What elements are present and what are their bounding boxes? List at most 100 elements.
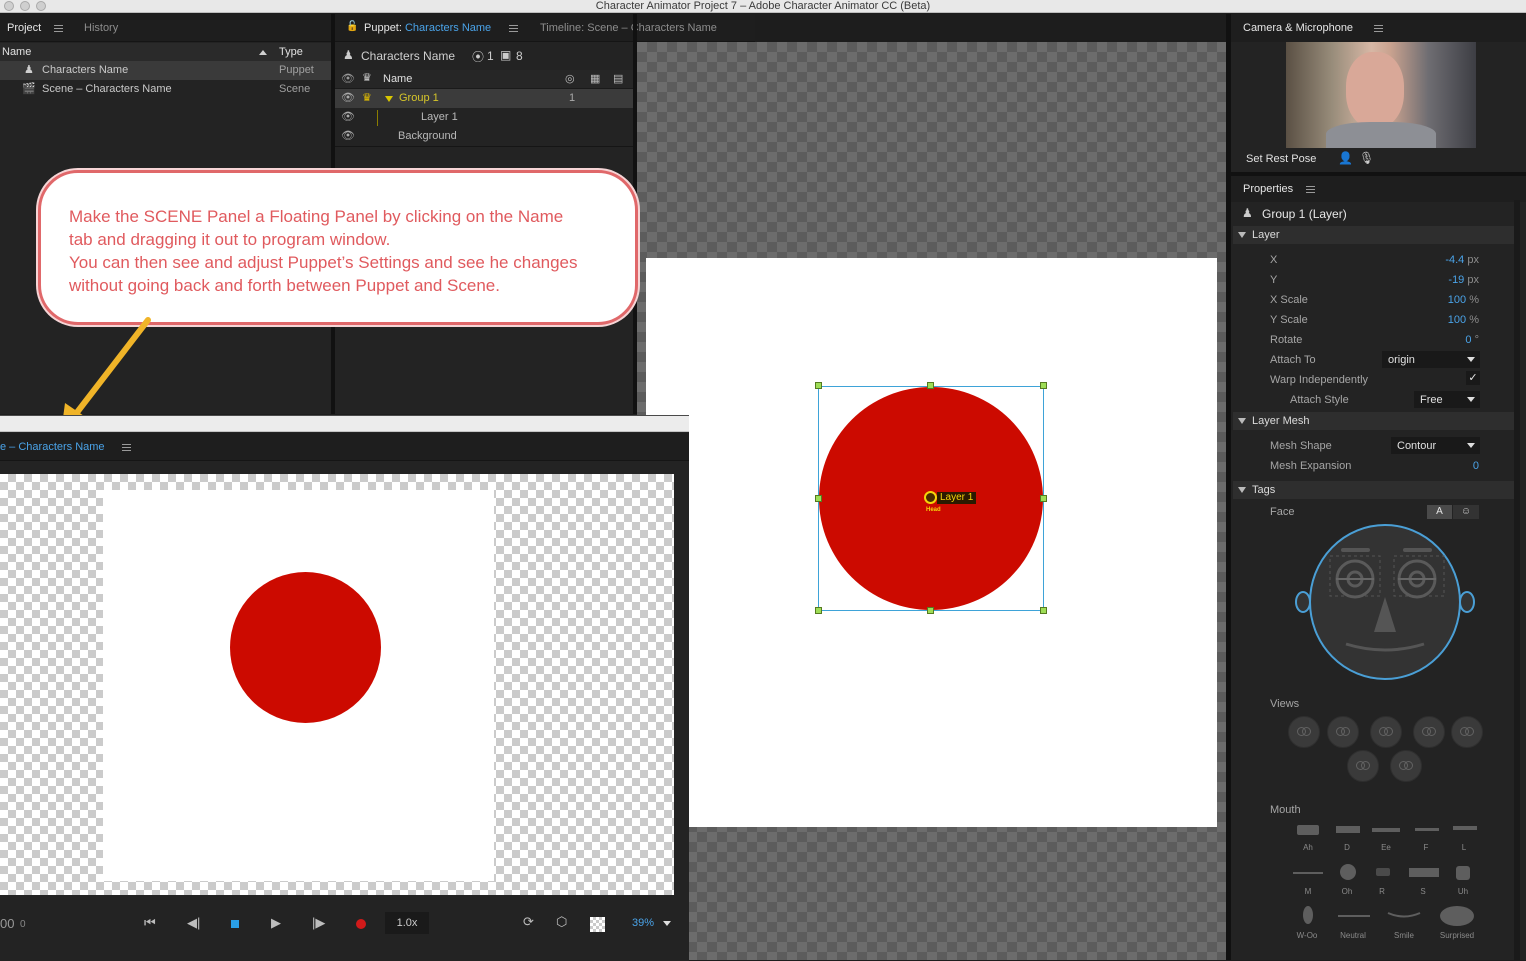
face-text-toggle[interactable]: A [1427,505,1452,519]
column-name[interactable]: Name [2,46,31,58]
lock-icon[interactable]: 🔓 [346,21,358,32]
resize-handle[interactable] [927,382,934,389]
handle-count-icon: ⦿ [472,50,485,64]
record-icon[interactable] [356,919,366,929]
mouth-f-icon[interactable] [1415,828,1439,831]
playback-speed[interactable]: 1.0x [385,912,429,934]
camera-view-icon[interactable]: ⬡ [556,914,567,930]
warp-independently-checkbox[interactable]: ✓ [1466,371,1480,385]
mouth-m-icon[interactable] [1293,872,1323,874]
crown-icon[interactable]: ♛ [362,89,372,108]
mouth-s-icon[interactable] [1409,868,1439,877]
tab-history[interactable]: History [84,14,118,42]
go-to-start-icon[interactable]: ⏮ [144,915,156,931]
puppet-canvas[interactable]: Layer 1 Head [637,42,1226,960]
timecode[interactable]: 00 [0,916,14,931]
mouth-label-m: M [1304,887,1312,896]
view-face-icon[interactable] [1327,716,1359,748]
transparency-grid-icon[interactable] [590,917,605,932]
project-row-puppet[interactable]: ♟ Characters Name Puppet [0,61,331,80]
attach-style-dropdown[interactable]: Free [1414,391,1480,408]
resize-handle[interactable] [1040,495,1047,502]
mouth-ah-icon[interactable] [1297,825,1319,835]
resize-handle[interactable] [927,607,934,614]
x-scale-value[interactable]: 100 % [1400,294,1479,306]
mesh-shape-dropdown[interactable]: Contour [1391,437,1480,454]
attach-to-dropdown[interactable]: origin [1382,351,1480,368]
mouth-w-oo-icon[interactable] [1303,906,1313,924]
column-type[interactable]: Type [279,46,303,58]
step-forward-icon[interactable]: |▶︎ [312,915,325,931]
origin-handle-icon[interactable] [924,491,937,504]
properties-menu-icon[interactable] [1306,186,1315,193]
stop-icon[interactable] [231,920,239,928]
face-label: Face [1270,506,1295,518]
mouth-surprised-icon[interactable] [1440,906,1474,926]
sort-ascending-icon[interactable] [259,50,267,55]
eye-icon[interactable]: 👁 [341,89,355,108]
tab-timeline[interactable]: Timeline: Scene – Characters Name [540,14,717,42]
scene-menu-icon[interactable] [122,444,131,451]
properties-title[interactable]: Properties [1243,176,1293,202]
face-tag-diagram[interactable] [1294,522,1476,684]
layer-mesh-section-header[interactable]: Layer Mesh [1233,412,1515,430]
project-menu-icon[interactable] [54,25,63,32]
tags-section-header[interactable]: Tags [1233,481,1515,499]
resize-handle[interactable] [815,607,822,614]
mouth-l-icon[interactable] [1453,826,1477,830]
zoom-level[interactable]: 39% [632,917,654,929]
layer-section-header[interactable]: Layer [1233,226,1515,244]
set-rest-pose-button[interactable]: Set Rest Pose [1246,153,1316,165]
mouth-smile-icon[interactable] [1386,910,1422,920]
tab-puppet[interactable]: Puppet: Characters Name [364,14,491,42]
layer-row-group1[interactable]: 👁 ♛ Group 1 1 [335,89,633,108]
layer-row-layer1[interactable]: 👁 Layer 1 [335,108,633,127]
resize-handle[interactable] [1040,382,1047,389]
view-face-icon[interactable] [1370,716,1402,748]
x-value[interactable]: -4.4 px [1400,254,1479,266]
mouth-oh-icon[interactable] [1340,864,1356,880]
layer-name-column[interactable]: Name [383,73,412,85]
view-face-icon[interactable] [1451,716,1483,748]
floating-scene-panel[interactable]: e – Characters Name 00 0 ⏮ ◀︎| ▶ |▶︎ 1.0… [0,415,689,961]
layer-row-background[interactable]: 👁 Background [335,127,633,146]
mesh-expansion-value[interactable]: 0 [1440,460,1479,472]
resize-handle[interactable] [815,382,822,389]
floating-titlebar[interactable] [0,416,689,432]
face-graphic-toggle-icon[interactable]: ☺ [1453,505,1479,519]
camera-toggle-icon[interactable]: 👤 [1338,151,1353,165]
eye-icon[interactable]: 👁 [341,127,355,146]
selection-name: Group 1 (Layer) [1262,207,1347,221]
y-value[interactable]: -19 px [1400,274,1479,286]
loop-icon[interactable]: ⟳ [523,914,534,930]
resize-handle[interactable] [815,495,822,502]
eye-icon[interactable]: 👁 [341,108,355,127]
y-scale-value[interactable]: 100 % [1400,314,1479,326]
camera-menu-icon[interactable] [1374,25,1383,32]
project-row-scene[interactable]: 🎬 Scene – Characters Name Scene [0,80,331,99]
mouth-uh-icon[interactable] [1456,866,1470,880]
puppet-menu-icon[interactable] [509,25,518,32]
step-back-icon[interactable]: ◀︎| [187,915,200,931]
view-face-icon[interactable] [1347,750,1379,782]
view-face-icon[interactable] [1413,716,1445,748]
scene-canvas[interactable] [0,474,674,895]
mouth-r-icon[interactable] [1376,868,1390,876]
calendar-column-icon: ▦ [590,73,601,85]
rotate-value[interactable]: 0 ° [1400,334,1479,346]
camera-panel-title[interactable]: Camera & Microphone [1243,14,1353,42]
zoom-dropdown-icon[interactable] [663,921,671,926]
mouth-ee-icon[interactable] [1372,828,1400,832]
tab-scene[interactable]: e – Characters Name [0,433,105,461]
expand-triangle-icon[interactable] [385,96,393,102]
properties-scrollbar[interactable] [1514,200,1520,960]
mouth-neutral-icon[interactable] [1338,915,1370,917]
mouth-label-f: F [1423,843,1429,852]
view-face-icon[interactable] [1288,716,1320,748]
view-face-icon[interactable] [1390,750,1422,782]
microphone-icon[interactable]: 🎙 [1359,151,1374,165]
resize-handle[interactable] [1040,607,1047,614]
play-icon[interactable]: ▶ [271,915,281,931]
tab-project[interactable]: Project [7,14,41,42]
mouth-d-icon[interactable] [1336,826,1360,833]
